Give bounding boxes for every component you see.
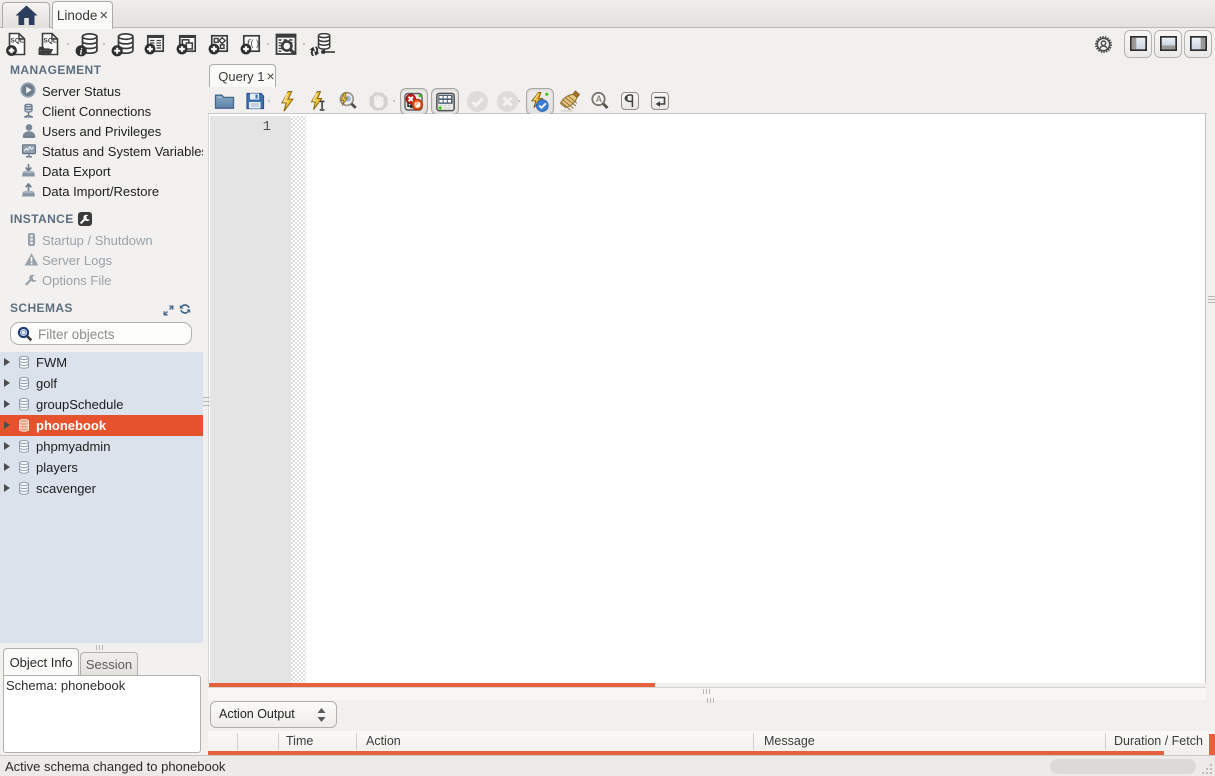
svg-text:A: A <box>596 94 603 104</box>
svg-text:i: i <box>80 47 83 57</box>
svg-text:SQL: SQL <box>44 38 57 45</box>
svg-text:( ): ( ) <box>251 38 260 48</box>
svg-text:SQL: SQL <box>11 38 24 45</box>
